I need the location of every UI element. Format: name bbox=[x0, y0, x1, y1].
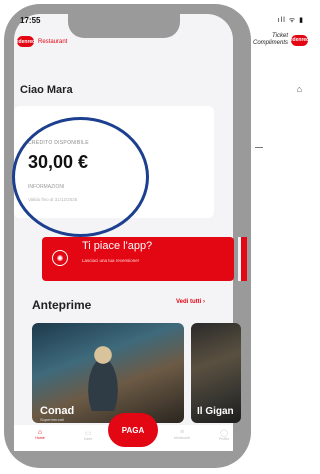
chevron-right-icon: › bbox=[203, 299, 206, 305]
pay-button[interactable]: PAGA bbox=[108, 413, 158, 447]
home-icon: ⌂ bbox=[37, 429, 43, 436]
tab-home[interactable]: ⌂ Home bbox=[30, 429, 50, 440]
greeting: Ciao Mara bbox=[20, 84, 73, 96]
see-all-link[interactable]: Vedi tutti › bbox=[176, 299, 205, 305]
bell-icon[interactable]: ⌂ bbox=[297, 84, 302, 94]
next-banner-peek[interactable] bbox=[241, 237, 247, 281]
tab-label: Carte bbox=[83, 437, 93, 441]
edenred-logo-right: edenred bbox=[290, 34, 309, 46]
tab-label: Home bbox=[35, 436, 45, 440]
tab-label: Profilo bbox=[219, 437, 229, 441]
edenred-logo: edenred bbox=[16, 36, 35, 47]
banner-title: Ti piace l'app? bbox=[82, 240, 153, 252]
banner-subtitle: Lasciaci una tua recensione! bbox=[82, 258, 140, 263]
phone-notch bbox=[68, 14, 180, 38]
preview-card-gigante[interactable]: Il Gigan bbox=[191, 323, 241, 423]
see-all-label: Vedi tutti bbox=[176, 299, 202, 305]
preview-image bbox=[80, 341, 126, 411]
card-icon: ▭ bbox=[84, 430, 92, 437]
status-time: 17:55 bbox=[20, 16, 41, 25]
tab-profile[interactable]: ◯ Profilo bbox=[214, 429, 234, 441]
section-title: Anteprime bbox=[32, 298, 92, 312]
gear-badge-icon: ✺ bbox=[52, 250, 68, 266]
ticket-text-line1: Ticket bbox=[272, 33, 288, 39]
pointer-line bbox=[255, 147, 263, 148]
list-icon: ≡ bbox=[179, 429, 185, 436]
tab-transactions[interactable]: ≡ Movimenti bbox=[172, 429, 192, 440]
preview-card-conad[interactable]: Conad Supermercati bbox=[32, 323, 184, 423]
status-icons: ıll ᯤ ▮ bbox=[277, 17, 304, 24]
ticket-compliments-text: Ticket Compliments bbox=[253, 33, 288, 47]
preview-subtitle: Supermercati bbox=[40, 417, 64, 422]
brand-left: edenred Restaurant bbox=[16, 36, 68, 47]
preview-name: Il Gigan bbox=[197, 406, 234, 417]
tab-label: Movimenti bbox=[174, 436, 190, 440]
highlight-circle bbox=[12, 117, 149, 237]
tab-cards[interactable]: ▭ Carte bbox=[78, 429, 98, 441]
brand-restaurant-text: Restaurant bbox=[38, 38, 68, 45]
profile-icon: ◯ bbox=[220, 430, 228, 437]
ticket-text-line2: Compliments bbox=[252, 40, 288, 46]
preview-name: Conad bbox=[40, 405, 75, 417]
brand-right: Ticket Compliments edenred bbox=[253, 33, 309, 47]
